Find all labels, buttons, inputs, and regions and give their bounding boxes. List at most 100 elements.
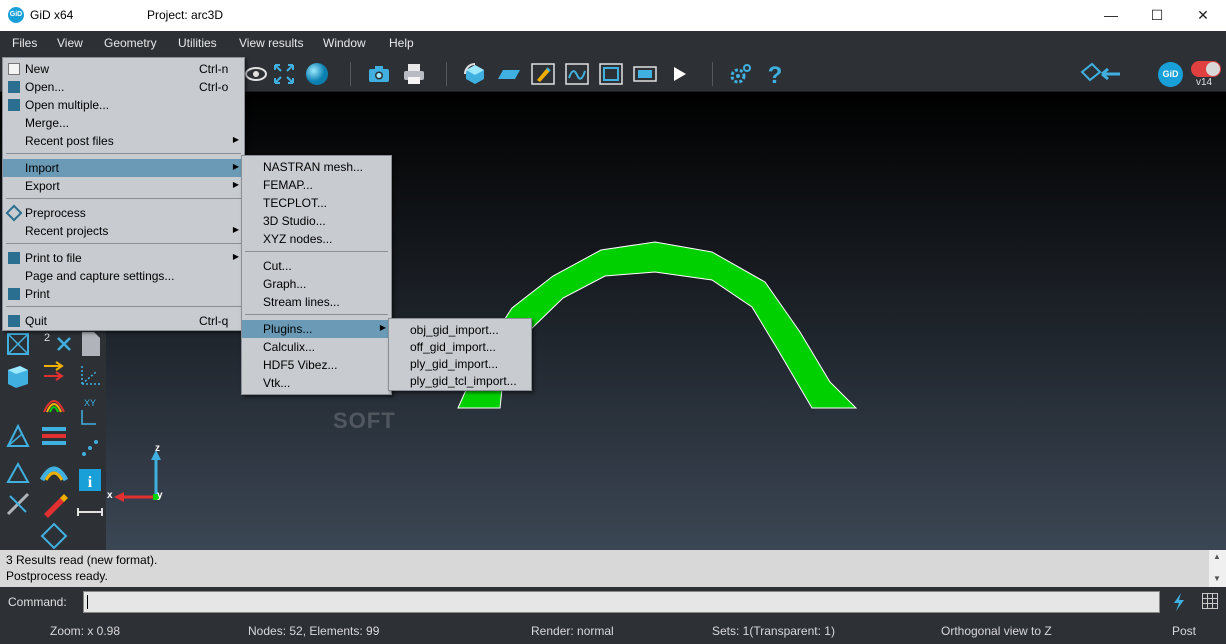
menu-item-femap[interactable]: FEMAP... [242,176,391,194]
lightning-icon[interactable] [1172,593,1186,611]
stream-lines-icon[interactable] [40,390,68,418]
menu-item-ply-gid-tcl-import[interactable]: ply_gid_tcl_import... [389,372,531,390]
scroll-down-icon[interactable]: ▼ [1213,574,1221,583]
menu-help[interactable]: Help [389,36,414,50]
settings-gears-icon[interactable] [728,62,752,86]
menu-view[interactable]: View [57,36,83,50]
document-icon[interactable] [76,330,104,358]
menu-window[interactable]: Window [323,36,366,50]
wire-triangle-icon[interactable] [4,422,32,450]
rotated-square-icon[interactable] [40,522,68,550]
film-strip-icon[interactable] [633,62,657,86]
menu-item-recent-post-files[interactable]: Recent post files ▶ [3,132,244,150]
print-icon [8,288,20,300]
menu-bar: Files View Geometry Utilities View resul… [0,31,1226,56]
gid-app-icon: GiD [8,7,24,23]
mesh-box-icon[interactable] [4,330,32,358]
files-menu: New Ctrl-n Open... Ctrl-o Open multiple.… [2,57,245,331]
camera-icon[interactable] [367,62,391,86]
grid-icon[interactable] [1202,593,1218,609]
menu-utilities[interactable]: Utilities [178,36,217,50]
play-icon[interactable] [667,62,691,86]
maximize-button[interactable]: ☐ [1134,0,1180,31]
frame-window-icon[interactable] [599,62,623,86]
menu-item-quit[interactable]: Quit Ctrl-q [3,312,244,330]
menu-item-tecplot[interactable]: TECPLOT... [242,194,391,212]
menu-item-merge[interactable]: Merge... [3,114,244,132]
menu-item-graph[interactable]: Graph... [242,275,391,293]
menu-item-open-multiple[interactable]: Open multiple... [3,96,244,114]
measure-icon[interactable] [4,490,32,518]
menu-item-stream-lines[interactable]: Stream lines... [242,293,391,311]
sets-status[interactable]: Sets: 1(Transparent: 1) [712,624,835,638]
mode-status[interactable]: Post [1172,624,1196,638]
menu-item-3d-studio[interactable]: 3D Studio... [242,212,391,230]
app-title: GiD x64 [30,8,74,22]
menu-item-cut[interactable]: Cut... [242,257,391,275]
menu-item-recent-projects[interactable]: Recent projects ▶ [3,222,244,240]
menu-item-calculix[interactable]: Calculix... [242,338,391,356]
menu-item-xyz-nodes[interactable]: XYZ nodes... [242,230,391,248]
menu-item-ply-gid-import[interactable]: ply_gid_import... [389,355,531,373]
render-status[interactable]: Render: normal [531,624,614,638]
menu-item-print-to-file[interactable]: Print to file ▶ [3,249,244,267]
info-icon[interactable]: i [76,466,104,494]
close-button[interactable]: ✕ [1180,0,1226,31]
menu-separator [6,306,241,307]
graph-window-icon[interactable] [565,62,589,86]
status-scrollbar[interactable]: ▲ ▼ [1209,550,1226,587]
xy-axes-icon[interactable] [76,402,104,430]
axes-3d-icon[interactable] [76,362,104,390]
contour-bars-icon[interactable] [40,422,68,450]
menu-item-page-capture-settings[interactable]: Page and capture settings... [3,267,244,285]
menu-item-obj-gid-import[interactable]: obj_gid_import... [389,321,531,339]
menu-item-export[interactable]: Export ▶ [3,177,244,195]
distance-icon[interactable] [76,498,104,526]
rotate-cube-icon[interactable] [463,62,487,86]
preprocess-switch-icon[interactable] [1080,62,1122,86]
menu-item-hdf5-vibez[interactable]: HDF5 Vibez... [242,356,391,374]
plane-icon[interactable] [497,62,521,86]
menu-separator [6,198,241,199]
menu-item-new[interactable]: New Ctrl-n [3,60,244,78]
help-question-icon[interactable]: ? [763,62,787,86]
nodes-status: Nodes: 52, Elements: 99 [248,624,380,638]
menu-item-open[interactable]: Open... Ctrl-o [3,78,244,96]
eye-icon[interactable] [244,62,268,86]
menu-item-nastran-mesh[interactable]: NASTRAN mesh... [242,158,391,176]
color-pencil-icon[interactable] [40,490,68,518]
points-icon[interactable] [76,434,104,462]
close-x-icon[interactable] [50,330,78,358]
menu-separator [245,251,388,252]
triangle-icon[interactable] [4,458,32,486]
gid-badge[interactable]: GiD [1158,62,1183,87]
menu-item-print[interactable]: Print [3,285,244,303]
menu-item-off-gid-import[interactable]: off_gid_import... [389,338,531,356]
vector-arrows-icon[interactable] [40,358,68,386]
submenu-arrow-icon: ▶ [232,135,239,144]
command-bar: Command: [0,587,1226,617]
menu-item-vtk[interactable]: Vtk... [242,374,391,392]
menu-view-results[interactable]: View results [239,36,303,50]
svg-text:i: i [88,474,93,491]
render-sphere-icon[interactable] [305,62,329,86]
command-input[interactable] [83,591,1160,613]
solid-box-icon[interactable] [4,362,32,390]
title-bar: GiD GiD x64 Project: arc3D — ☐ ✕ [0,0,1226,31]
menu-item-plugins[interactable]: Plugins... ▶ [242,320,391,338]
menu-item-import[interactable]: Import ▶ [3,159,244,177]
menu-item-preprocess[interactable]: Preprocess [3,204,244,222]
view-status[interactable]: Orthogonal view to Z [941,624,1052,638]
menu-files[interactable]: Files [12,36,37,50]
version-toggle[interactable] [1191,61,1221,77]
scroll-up-icon[interactable]: ▲ [1213,552,1221,561]
arc-contour-icon[interactable] [40,458,68,486]
printer-icon[interactable] [402,62,426,86]
project-title: Project: arc3D [147,8,224,22]
minimize-button[interactable]: — [1088,0,1134,31]
submenu-arrow-icon: ▶ [379,323,386,332]
contour-edit-icon[interactable] [531,62,555,86]
menu-geometry[interactable]: Geometry [104,36,157,50]
zoom-frame-icon[interactable] [272,62,296,86]
axes-triad [114,450,161,502]
